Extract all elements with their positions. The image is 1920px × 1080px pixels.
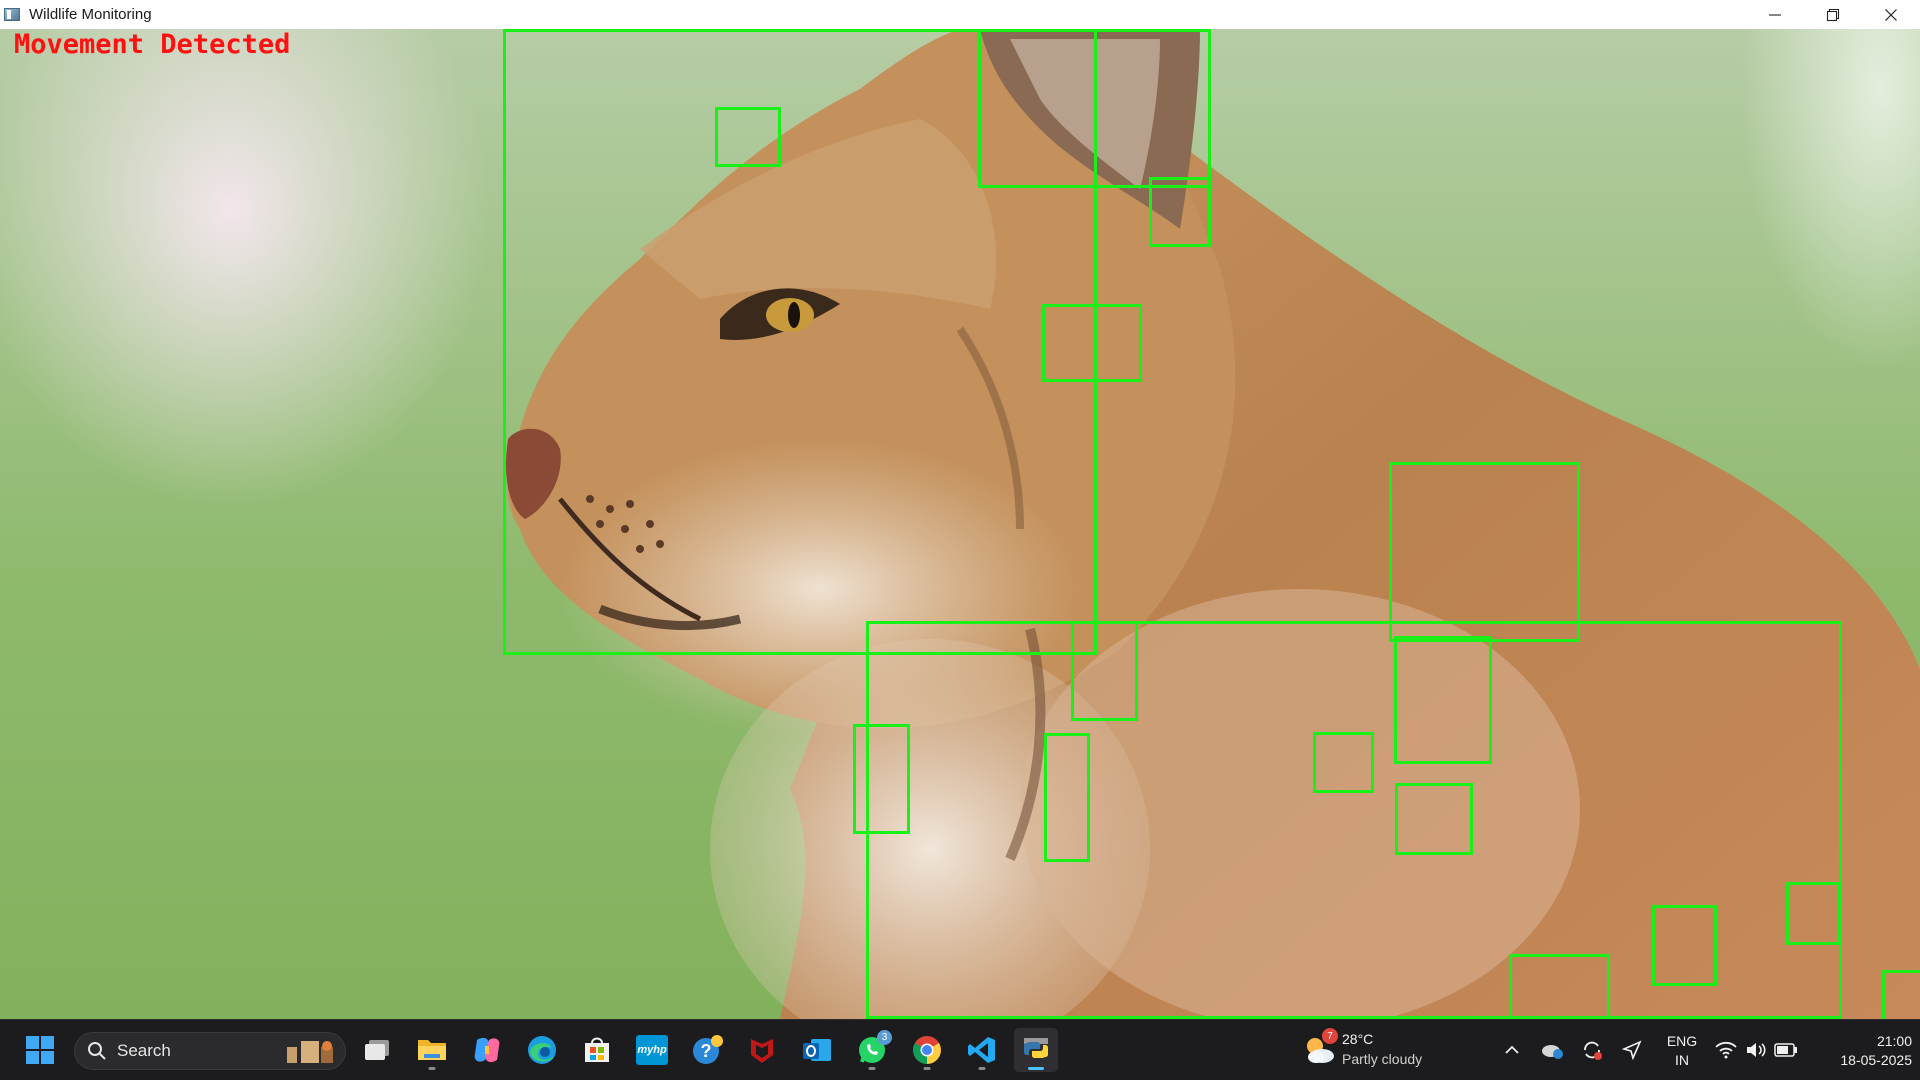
mcafee-icon: [751, 1039, 773, 1063]
weather-alert-badge: 7: [1322, 1028, 1338, 1044]
search-highlight-icon: [287, 1041, 333, 1063]
whatsapp-badge: 3: [877, 1030, 892, 1045]
task-view-button[interactable]: [355, 1028, 399, 1072]
location-tray-button[interactable]: [1620, 1038, 1644, 1062]
detection-box: [1044, 733, 1090, 862]
weather-desc: Partly cloudy: [1342, 1051, 1423, 1067]
copilot-button[interactable]: [465, 1028, 509, 1072]
detection-box: [1395, 783, 1473, 855]
detection-box: [1509, 954, 1610, 1019]
window-controls: [1746, 0, 1920, 29]
vscode-icon: [968, 1037, 995, 1063]
cloud-icon: [1542, 1045, 1563, 1059]
battery-tray-button[interactable]: [1774, 1038, 1798, 1062]
get-help-button[interactable]: ?: [685, 1028, 729, 1072]
sync-icon: [1584, 1041, 1602, 1060]
battery-icon: [1774, 1043, 1797, 1057]
sync-tray-button[interactable]: [1580, 1038, 1604, 1062]
system-clock[interactable]: 21:00 18-05-2025: [1812, 1032, 1912, 1070]
detection-box: [1652, 905, 1717, 986]
folder-icon: [418, 1040, 446, 1060]
chrome-button[interactable]: [905, 1028, 949, 1072]
myhp-icon: myhp: [636, 1035, 668, 1065]
svg-text:?: ?: [701, 1041, 712, 1061]
language-region: IN: [1675, 1052, 1689, 1068]
speaker-icon: [1747, 1043, 1766, 1057]
detection-box: [1071, 621, 1138, 721]
window-title: Wildlife Monitoring: [29, 6, 152, 23]
help-icon: ?: [693, 1035, 723, 1064]
onedrive-tray-button[interactable]: [1540, 1038, 1564, 1062]
close-icon: [1885, 8, 1897, 21]
whatsapp-button[interactable]: 3: [850, 1028, 894, 1072]
minimize-button[interactable]: [1746, 0, 1804, 29]
outlook-button[interactable]: [795, 1028, 839, 1072]
title-bar: Wildlife Monitoring: [0, 0, 1920, 29]
wifi-icon: [1715, 1041, 1737, 1059]
edge-button[interactable]: [520, 1028, 564, 1072]
volume-tray-button[interactable]: [1744, 1038, 1768, 1062]
search-icon: [88, 1042, 106, 1060]
python-icon: [1024, 1038, 1048, 1058]
show-hidden-icons-button[interactable]: [1500, 1038, 1524, 1062]
copilot-icon: [474, 1037, 500, 1063]
taskbar-search[interactable]: Search: [74, 1032, 346, 1070]
weather-widget[interactable]: 7 28°C Partly cloudy: [1300, 1028, 1440, 1072]
clock-date: 18-05-2025: [1840, 1052, 1912, 1068]
video-frame: Movement Detected: [0, 29, 1920, 1019]
app-icon: [3, 6, 21, 24]
detection-box: [1882, 970, 1920, 1019]
weather-temp: 28°C: [1342, 1031, 1374, 1047]
store-icon: [585, 1037, 609, 1062]
minimize-icon: [1769, 13, 1781, 16]
task-view-icon: [365, 1040, 389, 1060]
language-indicator[interactable]: ENG IN: [1664, 1032, 1700, 1070]
location-arrow-icon: [1622, 1040, 1642, 1060]
restore-button[interactable]: [1804, 0, 1862, 29]
language-code: ENG: [1666, 1033, 1698, 1049]
taskbar: Search myhp ? 3 7 28°C Partly cloudy ENG…: [0, 1019, 1920, 1080]
close-button[interactable]: [1862, 0, 1920, 29]
chevron-up-icon: [1505, 1045, 1519, 1054]
edge-icon: [528, 1036, 556, 1064]
detection-box: [853, 724, 910, 834]
store-button[interactable]: [575, 1028, 619, 1072]
restore-icon: [1826, 8, 1840, 21]
detection-box: [1149, 177, 1211, 247]
detection-box: [1786, 882, 1840, 945]
outlook-icon: [803, 1039, 831, 1061]
vscode-button[interactable]: [960, 1028, 1004, 1072]
myhp-button[interactable]: myhp: [630, 1028, 674, 1072]
file-explorer-button[interactable]: [410, 1028, 454, 1072]
chrome-icon: [913, 1036, 941, 1064]
search-label: Search: [117, 1041, 171, 1060]
detection-box: [1394, 636, 1492, 764]
clock-time: 21:00: [1876, 1033, 1912, 1049]
movement-status-text: Movement Detected: [14, 29, 291, 60]
detection-box: [1042, 304, 1142, 382]
mcafee-button[interactable]: [740, 1028, 784, 1072]
python-button[interactable]: [1014, 1028, 1058, 1072]
detection-box: [715, 107, 781, 167]
network-tray-button[interactable]: [1714, 1038, 1738, 1062]
detection-box: [1313, 732, 1374, 793]
start-button[interactable]: [18, 1028, 62, 1072]
detection-box: [1389, 462, 1580, 642]
detection-box: [978, 29, 1211, 188]
windows-logo-icon: [26, 1036, 54, 1064]
